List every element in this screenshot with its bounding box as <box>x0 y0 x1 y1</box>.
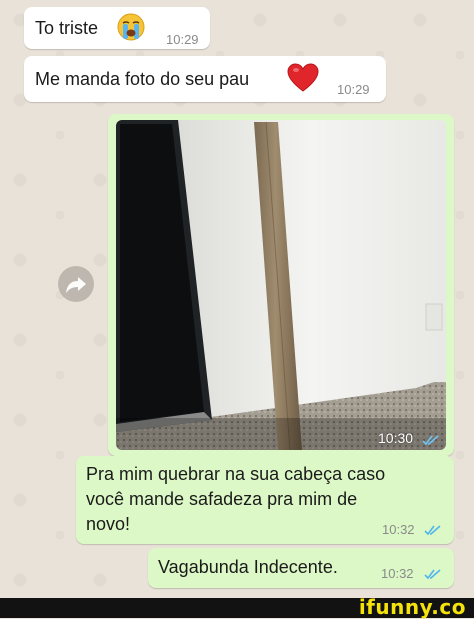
forward-arrow-icon <box>66 277 86 293</box>
message-line-3: novo! <box>86 514 131 534</box>
read-receipt-icon <box>422 435 439 446</box>
crying-face-icon <box>117 13 145 41</box>
message-time: 10:32 <box>381 566 414 581</box>
message-bubble-incoming[interactable]: To triste 10:29 <box>24 7 210 49</box>
message-bubble-outgoing[interactable]: Vagabunda Indecente. 10:32 <box>148 548 454 588</box>
read-receipt-icon <box>424 525 441 536</box>
read-receipt-icon <box>424 569 441 580</box>
photo-time: 10:30 <box>378 430 414 446</box>
message-bubble-incoming[interactable]: Me manda foto do seu pau 10:29 <box>24 56 386 102</box>
photo-message-bubble[interactable]: 10:30 <box>108 114 454 456</box>
message-time: 10:29 <box>166 32 199 47</box>
message-photo[interactable]: 10:30 <box>116 120 446 450</box>
forward-button[interactable] <box>58 266 94 302</box>
watermark-bar: ifunny.co <box>0 595 474 619</box>
message-text: Vagabunda Indecente. <box>158 557 338 577</box>
message-time: 10:29 <box>337 82 370 97</box>
red-heart-icon <box>287 63 319 92</box>
message-time: 10:32 <box>382 522 415 537</box>
message-line-1: Pra mim quebrar na sua cabeça caso <box>86 464 386 484</box>
message-text: Me manda foto do seu pau <box>35 69 250 89</box>
ifunny-watermark: ifunny.co <box>358 595 466 619</box>
photo-image <box>116 120 446 450</box>
message-text: To triste <box>35 18 99 38</box>
message-bubble-outgoing[interactable]: Pra mim quebrar na sua cabeça caso você … <box>76 456 454 544</box>
message-line-2: você mande safadeza pra mim de <box>86 489 358 509</box>
